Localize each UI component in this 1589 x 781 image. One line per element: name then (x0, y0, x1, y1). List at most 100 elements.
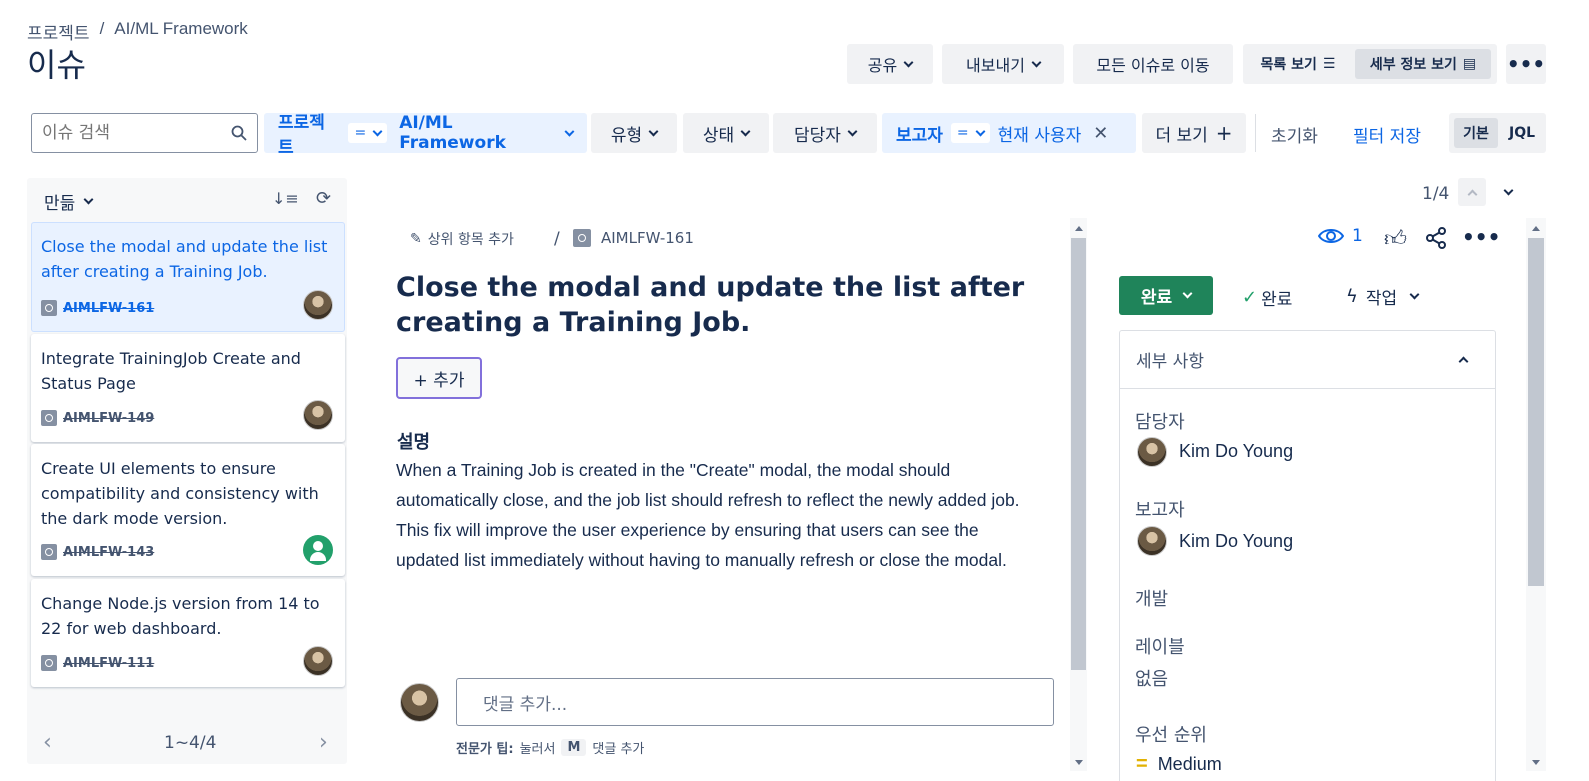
task-icon (41, 655, 57, 671)
list-item-key: AIMLFW-111 (41, 655, 154, 671)
assignee-value[interactable]: Kim Do Young (1179, 441, 1293, 462)
pro-tip: 전문가 팁: 눌러서 M 댓글 추가 (456, 738, 644, 757)
scroll-down-icon[interactable] (1075, 760, 1083, 765)
list-item[interactable]: Close the modal and update the list afte… (31, 222, 345, 332)
more-filters-button[interactable]: 더 보기 + (1142, 113, 1246, 153)
task-icon (41, 410, 57, 426)
search-input[interactable] (42, 123, 222, 143)
like-icon[interactable]: 👍︎ (1384, 225, 1407, 252)
list-item-title: Close the modal and update the list afte… (41, 237, 328, 281)
list-item-title: Change Node.js version from 14 to 22 for… (41, 594, 320, 638)
details-header[interactable]: 세부 사항 (1120, 331, 1495, 389)
resolution-label: 완료 (1261, 290, 1293, 310)
labels-value[interactable]: 없음 (1135, 665, 1168, 691)
detail-view-button[interactable]: 세부 정보 보기 ▤ (1355, 49, 1491, 79)
scroll-up-icon[interactable] (1075, 226, 1083, 231)
next-issue-button[interactable] (1494, 178, 1522, 206)
details-panel (1119, 330, 1496, 781)
details-title: 세부 사항 (1136, 352, 1204, 372)
main-scrollbar-thumb[interactable] (1071, 238, 1086, 670)
view-toggle: 목록 보기 ☰ 세부 정보 보기 ▤ (1243, 44, 1497, 84)
share-icon[interactable] (1424, 226, 1448, 250)
scroll-up-icon[interactable] (1532, 226, 1540, 231)
go-all-issues-button[interactable]: 모든 이슈로 이동 (1073, 44, 1233, 84)
prev-issue-button[interactable] (1458, 178, 1486, 206)
share-button[interactable]: 공유 (847, 44, 933, 84)
reporter-value[interactable]: Kim Do Young (1179, 531, 1293, 552)
task-icon (41, 300, 57, 316)
project-filter-label: 프로젝트 (278, 113, 325, 158)
project-filter[interactable]: 프로젝트 = AI/ML Framework (264, 113, 587, 158)
refresh-icon[interactable]: ⟳ (316, 188, 331, 209)
reset-button[interactable]: 초기화 (1271, 122, 1318, 147)
page-title: 이슈 (27, 46, 86, 84)
issue-title[interactable]: Close the modal and update the list afte… (396, 270, 1036, 340)
filter-divider (1255, 114, 1256, 152)
pro-tip-label: 전문가 팁: (456, 742, 514, 757)
export-button[interactable]: 내보내기 (942, 44, 1064, 84)
shortcut-key: M (561, 739, 587, 756)
assignee-filter[interactable]: 담당자 (773, 113, 877, 153)
detail-view-icon: ▤ (1462, 56, 1477, 72)
list-item[interactable]: Integrate TrainingJob Create and Status … (31, 334, 345, 442)
assignee-label: 담당자 (1135, 412, 1185, 433)
chevron-down-icon (564, 126, 575, 136)
priority-value-text: Medium (1157, 754, 1222, 774)
watchers-count: 1 (1352, 226, 1363, 246)
reporter-filter[interactable]: 보고자 = 현재 사용자 ✕ (882, 113, 1136, 153)
watchers-button[interactable]: 1 (1318, 226, 1363, 246)
status-button[interactable]: 완료 (1119, 276, 1213, 315)
scroll-down-icon[interactable] (1532, 760, 1540, 765)
search-mode-toggle: 기본 JQL (1449, 113, 1546, 153)
description-text[interactable]: When a Training Job is created in the "C… (396, 455, 1046, 575)
check-icon: ✓ (1242, 287, 1258, 308)
priority-label: 우선 순위 (1135, 725, 1207, 746)
avatar (1137, 437, 1167, 467)
status-filter-label: 상태 (702, 125, 735, 146)
more-actions-button[interactable]: ••• (1506, 44, 1546, 84)
priority-medium-icon: = (1136, 753, 1148, 775)
add-parent-link[interactable]: ✎ 상위 항목 추가 (410, 229, 514, 249)
project-operator[interactable]: = (348, 123, 388, 143)
avatar (400, 683, 439, 722)
close-icon[interactable]: ✕ (1093, 123, 1108, 144)
task-icon (41, 544, 57, 560)
type-filter[interactable]: 유형 (591, 113, 677, 153)
chevron-down-icon (1182, 288, 1193, 299)
project-operator-label: = (354, 125, 367, 141)
list-item-key: AIMLFW-161 (41, 300, 154, 316)
priority-value[interactable]: = Medium (1136, 753, 1222, 776)
list-item-title: Integrate TrainingJob Create and Status … (41, 349, 301, 393)
issue-key: AIMLFW-161 (601, 229, 694, 247)
list-item[interactable]: Create UI elements to ensure compatibili… (31, 444, 345, 576)
jql-mode-button[interactable]: JQL (1503, 118, 1541, 148)
chevron-down-icon (975, 126, 986, 136)
pro-tip-tail: 댓글 추가 (592, 742, 645, 757)
basic-mode-button[interactable]: 기본 (1454, 118, 1498, 148)
comment-box[interactable]: 댓글 추가... (456, 678, 1054, 726)
issue-key-link[interactable]: AIMLFW-161 (573, 229, 694, 247)
list-icon: ☰ (1322, 56, 1336, 72)
comment-placeholder: 댓글 추가... (483, 694, 568, 715)
status-filter[interactable]: 상태 (683, 113, 769, 153)
search-box[interactable] (31, 113, 258, 153)
sort-order-icon[interactable]: ↓≡ (272, 189, 299, 208)
reporter-operator[interactable]: = (950, 123, 990, 143)
sort-dropdown[interactable]: 만듦 (44, 189, 94, 214)
sidebar-scrollbar-thumb[interactable] (1528, 238, 1544, 586)
type-filter-label: 유형 (610, 125, 643, 146)
add-button[interactable]: + 추가 (396, 357, 482, 399)
list-item-key: AIMLFW-149 (41, 410, 154, 426)
list-item-key: AIMLFW-143 (41, 544, 154, 560)
prev-page-icon[interactable]: ‹ (43, 730, 52, 755)
breadcrumb-current[interactable]: AI/ML Framework (114, 19, 248, 44)
save-filter-button[interactable]: 필터 저장 (1353, 122, 1421, 147)
list-view-button[interactable]: 목록 보기 ☰ (1248, 49, 1348, 79)
list-item[interactable]: Change Node.js version from 14 to 22 for… (31, 579, 345, 687)
next-page-icon[interactable]: › (319, 730, 328, 755)
sort-label: 만듦 (44, 194, 76, 214)
action-button[interactable]: ϟ 작업 (1346, 284, 1420, 309)
plus-icon: + (1215, 121, 1233, 145)
reporter-operator-label: = (956, 125, 969, 141)
more-icon[interactable]: ••• (1462, 225, 1500, 249)
